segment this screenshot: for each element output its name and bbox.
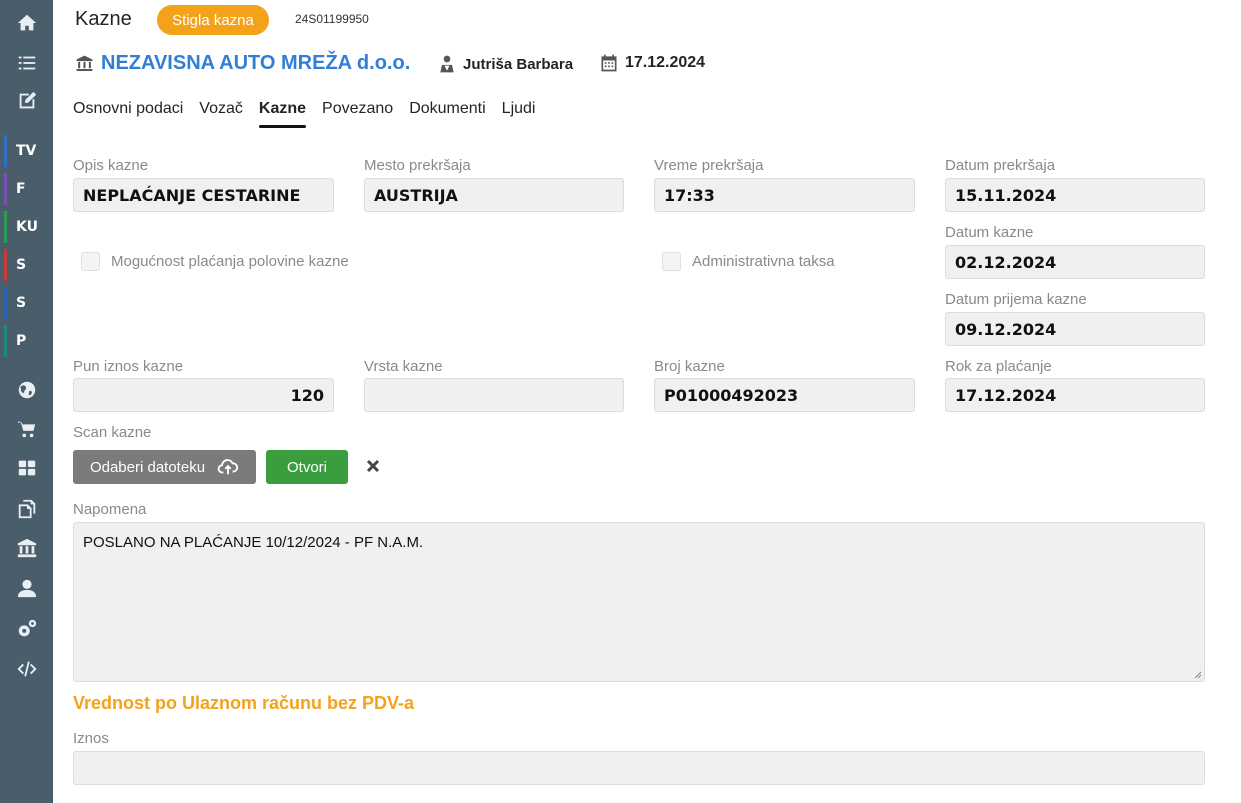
choose-file-button[interactable]: Odaberi datoteku xyxy=(73,450,256,484)
tab-vozac[interactable]: Vozač xyxy=(199,100,243,126)
header-date: 17.12.2024 xyxy=(599,53,705,73)
module-color-bar xyxy=(4,135,7,167)
cart-icon[interactable] xyxy=(0,410,53,448)
opis-kazne-label: Opis kazne xyxy=(73,157,149,174)
sidebar-module-f[interactable]: F xyxy=(4,171,53,207)
close-icon xyxy=(366,459,380,473)
checkbox-label: Administrativna taksa xyxy=(692,253,835,270)
globe-icon[interactable] xyxy=(0,371,53,409)
settings-icon[interactable] xyxy=(0,610,53,648)
company-name: NEZAVISNA AUTO MREŽA d.o.o. xyxy=(101,52,411,74)
person-icon xyxy=(440,55,454,73)
sidebar-module-s2[interactable]: S xyxy=(4,285,53,321)
pun-iznos-field[interactable]: 120 xyxy=(73,378,334,412)
sidebar-module-label: F xyxy=(16,181,26,197)
sidebar-module-label: S xyxy=(16,257,27,273)
list-icon[interactable] xyxy=(0,44,53,82)
vreme-prekrsaja-label: Vreme prekršaja xyxy=(654,157,764,174)
opis-kazne-field[interactable]: NEPLAĆANJE CESTARINE xyxy=(73,178,334,212)
datum-prijema-field[interactable]: 09.12.2024 xyxy=(945,312,1205,346)
open-file-button[interactable]: Otvori xyxy=(266,450,348,484)
home-icon[interactable] xyxy=(0,4,53,42)
sidebar-module-label: P xyxy=(16,333,27,349)
module-color-bar xyxy=(4,211,7,243)
edit-icon[interactable] xyxy=(0,82,53,120)
scan-kazne-label: Scan kazne xyxy=(73,424,152,441)
rok-placanja-field[interactable]: 17.12.2024 xyxy=(945,378,1205,412)
company-link[interactable]: NEZAVISNA AUTO MREŽA d.o.o. xyxy=(75,52,410,75)
iznos-label: Iznos xyxy=(73,730,109,747)
document-number: 24S01199950 xyxy=(295,12,369,26)
tab-dokumenti[interactable]: Dokumenti xyxy=(409,100,485,126)
datum-kazne-field[interactable]: 02.12.2024 xyxy=(945,245,1205,279)
datum-kazne-label: Datum kazne xyxy=(945,224,1034,241)
module-color-bar xyxy=(4,287,7,319)
sidebar-module-p[interactable]: P xyxy=(4,323,53,359)
sidebar-module-s1[interactable]: S xyxy=(4,247,53,283)
user-icon[interactable] xyxy=(0,569,53,607)
napomena-label: Napomena xyxy=(73,501,147,518)
vreme-prekrsaja-field[interactable]: 17:33 xyxy=(654,178,915,212)
checkbox-box[interactable] xyxy=(662,252,681,271)
status-badge: Stigla kazna xyxy=(157,5,269,35)
cloud-upload-icon xyxy=(217,459,239,475)
tab-povezano[interactable]: Povezano xyxy=(322,100,393,126)
page-title: Kazne xyxy=(75,8,132,30)
tab-osnovni-podaci[interactable]: Osnovni podaci xyxy=(73,100,183,126)
vrsta-kazne-field[interactable] xyxy=(364,378,624,412)
sidebar: TV F KU S S P xyxy=(0,0,53,803)
date-value: 17.12.2024 xyxy=(625,54,706,71)
module-color-bar xyxy=(4,325,7,357)
datum-prekrsaja-field[interactable]: 15.11.2024 xyxy=(945,178,1205,212)
mesto-prekrsaja-label: Mesto prekršaja xyxy=(364,157,471,174)
choose-file-label: Odaberi datoteku xyxy=(89,458,206,476)
responsible-person: Jutriša Barbara xyxy=(437,54,573,74)
bank-icon xyxy=(76,55,93,72)
datum-prijema-label: Datum prijema kazne xyxy=(945,291,1087,308)
sidebar-module-label: KU xyxy=(16,219,38,235)
broj-kazne-label: Broj kazne xyxy=(654,358,725,375)
sidebar-module-label: S xyxy=(16,295,27,311)
sidebar-module-tv[interactable]: TV xyxy=(4,133,53,169)
tab-ljudi[interactable]: Ljudi xyxy=(502,100,536,126)
napomena-textarea[interactable]: POSLANO NA PLAĆANJE 10/12/2024 - PF N.A.… xyxy=(73,522,1205,682)
bank-icon[interactable] xyxy=(0,529,53,567)
checkbox-label: Mogućnost plaćanja polovine kazne xyxy=(111,253,349,270)
section-title: Vrednost po Ulaznom računu bez PDV-a xyxy=(73,693,415,713)
module-color-bar xyxy=(4,173,7,205)
documents-icon[interactable] xyxy=(0,490,53,528)
datum-prekrsaja-label: Datum prekršaja xyxy=(945,157,1056,174)
administrativna-taksa-checkbox[interactable]: Administrativna taksa xyxy=(662,252,835,271)
calendar-icon xyxy=(601,54,617,72)
broj-kazne-field[interactable]: P01000492023 xyxy=(654,378,915,412)
napomena-text: POSLANO NA PLAĆANJE 10/12/2024 - PF N.A.… xyxy=(83,534,424,551)
tab-kazne[interactable]: Kazne xyxy=(258,100,307,128)
resize-grip-icon[interactable] xyxy=(1194,671,1202,679)
person-name: Jutriša Barbara xyxy=(463,55,574,73)
tab-bar: Osnovni podaci Vozač Kazne Povezano Doku… xyxy=(73,100,551,128)
iznos-field[interactable] xyxy=(73,751,1205,785)
polovina-kazne-checkbox[interactable]: Mogućnost plaćanja polovine kazne xyxy=(81,252,349,271)
vrsta-kazne-label: Vrsta kazne xyxy=(364,358,443,375)
module-color-bar xyxy=(4,249,7,281)
checkbox-box[interactable] xyxy=(81,252,100,271)
dashboard-icon[interactable] xyxy=(0,449,53,487)
rok-placanja-label: Rok za plaćanje xyxy=(945,358,1052,375)
code-icon[interactable] xyxy=(0,650,53,688)
sidebar-module-label: TV xyxy=(16,143,37,159)
mesto-prekrsaja-field[interactable]: AUSTRIJA xyxy=(364,178,624,212)
sidebar-module-ku[interactable]: KU xyxy=(4,209,53,245)
clear-file-button[interactable] xyxy=(364,457,382,475)
pun-iznos-label: Pun iznos kazne xyxy=(73,358,184,375)
